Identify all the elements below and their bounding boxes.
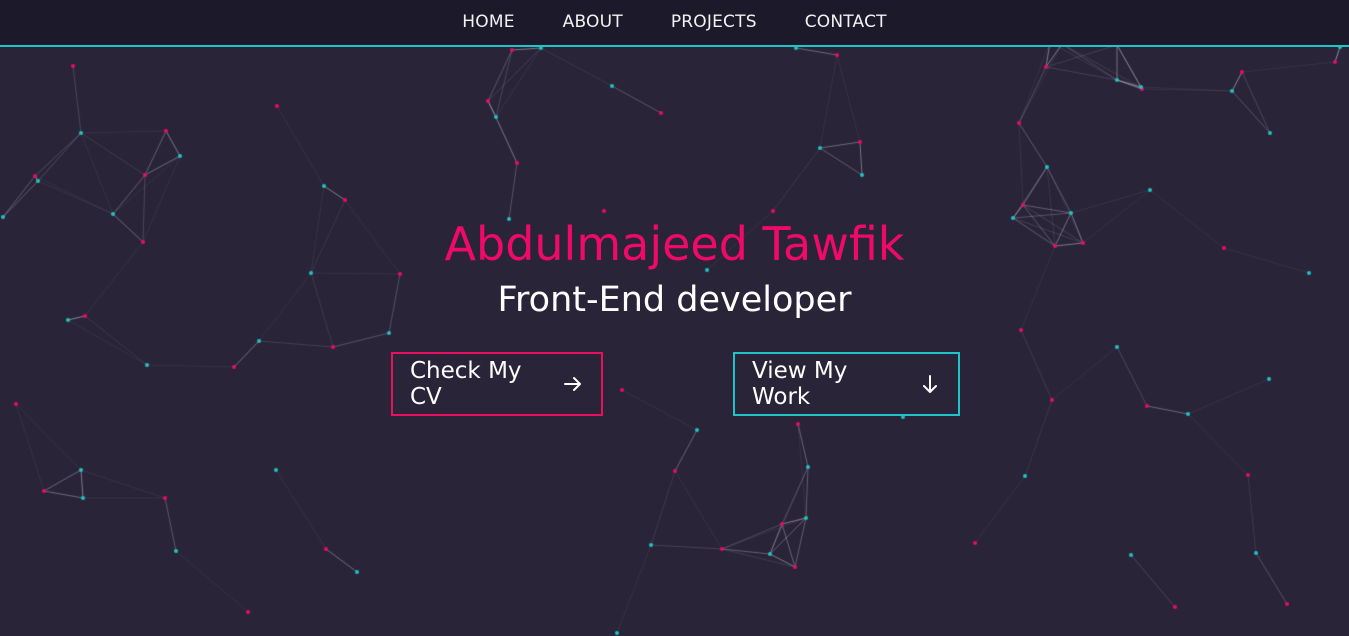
navbar: HOME ABOUT PROJECTS CONTACT: [0, 0, 1349, 47]
nav-link-projects[interactable]: PROJECTS: [647, 0, 781, 45]
nav-item-about: ABOUT: [539, 0, 647, 45]
check-cv-button[interactable]: Check My CV: [391, 352, 603, 416]
view-work-button-label: View My Work: [752, 358, 848, 410]
nav-link-contact[interactable]: CONTACT: [781, 0, 911, 45]
nav-item-home: HOME: [438, 0, 538, 45]
nav-list: HOME ABOUT PROJECTS CONTACT: [438, 0, 910, 45]
arrow-down-icon: [919, 373, 941, 395]
view-work-button[interactable]: View My Work: [733, 352, 960, 416]
nav-item-contact: CONTACT: [781, 0, 911, 45]
particle-network-background: [0, 0, 1349, 636]
page: HOME ABOUT PROJECTS CONTACT Abdulmajeed …: [0, 0, 1349, 636]
nav-link-about[interactable]: ABOUT: [539, 0, 647, 45]
arrow-right-icon: [562, 373, 584, 395]
check-cv-button-label: Check My CV: [410, 358, 522, 410]
nav-link-home[interactable]: HOME: [438, 0, 538, 45]
nav-item-projects: PROJECTS: [647, 0, 781, 45]
